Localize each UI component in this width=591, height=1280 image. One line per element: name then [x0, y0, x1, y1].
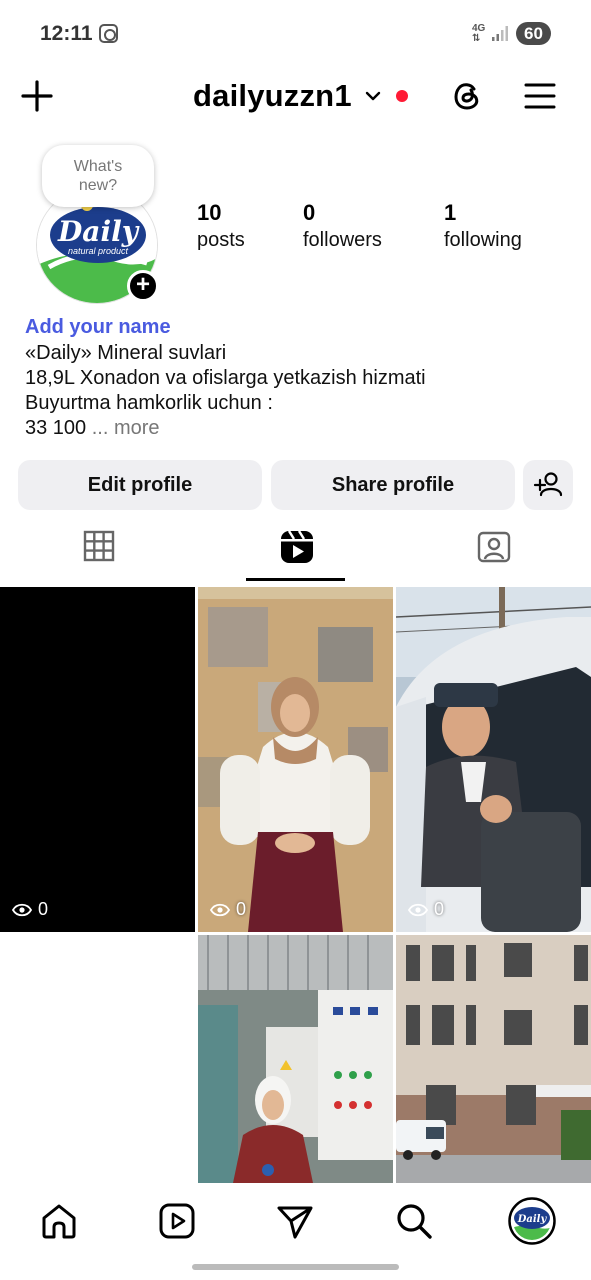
reel-tile-empty: [0, 935, 195, 1183]
instagram-notification-icon: [99, 24, 118, 43]
following-stat[interactable]: 1 following: [444, 200, 522, 254]
threads-icon[interactable]: [449, 78, 485, 114]
profile-bio: Add your name «Daily» Mineral suvlari 18…: [25, 314, 565, 441]
followers-count: 0: [303, 200, 316, 225]
eye-icon: [210, 903, 230, 916]
eye-icon: [408, 903, 428, 916]
reels-nav-icon[interactable]: [157, 1201, 197, 1241]
nav-avatar-brand: Daily: [517, 1214, 548, 1225]
avatar-brand: Daily: [57, 215, 140, 248]
chevron-down-icon: [365, 91, 380, 101]
tab-reels[interactable]: [197, 518, 394, 586]
network-type: 4G ⇅: [472, 23, 486, 44]
create-plus-icon[interactable]: [20, 79, 54, 113]
following-count: 1: [444, 200, 457, 225]
reel-tile[interactable]: 0: [396, 587, 591, 932]
discover-people-button[interactable]: [523, 460, 573, 510]
reel-tile[interactable]: [396, 935, 591, 1183]
add-person-icon: [533, 472, 563, 497]
followers-stat[interactable]: 0 followers: [303, 200, 382, 254]
note-bubble[interactable]: What's new?: [42, 145, 154, 207]
reel-thumbnail: [198, 587, 393, 932]
send-message-icon[interactable]: [275, 1201, 315, 1241]
active-tab-indicator: [246, 578, 345, 581]
view-count: 0: [210, 899, 246, 920]
bio-last-line: 33 100 ... more: [25, 416, 565, 441]
bio-phone: 33 100: [25, 417, 87, 439]
network-label: 4G: [472, 23, 486, 34]
view-count: 0: [408, 899, 444, 920]
eye-icon: [12, 903, 32, 916]
bio-line: «Daily» Mineral suvlari: [25, 342, 227, 364]
search-icon[interactable]: [394, 1201, 434, 1241]
view-count-value: 0: [434, 899, 445, 919]
reel-thumbnail: [198, 935, 393, 1183]
posts-label: posts: [197, 229, 245, 251]
profile-header: dailyuzzn1: [0, 66, 591, 128]
signal-icon: [492, 26, 508, 41]
home-icon[interactable]: [39, 1201, 79, 1241]
view-count: 0: [12, 899, 48, 920]
battery-indicator: 60: [516, 22, 551, 45]
profile-tabs: [0, 518, 591, 586]
view-count-value: 0: [38, 899, 49, 919]
note-line-1: What's: [73, 158, 123, 175]
share-profile-button[interactable]: Share profile: [271, 460, 515, 510]
avatar-tagline: natural product: [68, 246, 129, 256]
username: dailyuzzn1: [193, 78, 352, 113]
tagged-person-icon: [477, 531, 511, 563]
bio-more-link[interactable]: ... more: [92, 417, 160, 439]
profile-nav-avatar[interactable]: Daily: [508, 1197, 556, 1245]
reels-icon: [281, 530, 313, 563]
status-time: 12:11: [40, 22, 93, 45]
reel-tile[interactable]: [198, 935, 393, 1183]
followers-label: followers: [303, 229, 382, 251]
tab-tagged[interactable]: [394, 518, 591, 586]
bio-line: Buyurtma hamkorlik uchun :: [25, 392, 273, 414]
bio-line: 18,9L Xonadon va ofislarga yetkazish hiz…: [25, 367, 426, 389]
following-label: following: [444, 229, 522, 251]
reel-thumbnail: [396, 935, 591, 1183]
view-count-value: 0: [236, 899, 247, 919]
notification-dot: [396, 90, 408, 102]
reel-tile[interactable]: 0: [198, 587, 393, 932]
add-your-name-link[interactable]: Add your name: [25, 314, 565, 341]
tab-grid[interactable]: [0, 518, 197, 586]
menu-icon[interactable]: [523, 79, 557, 113]
account-switcher[interactable]: dailyuzzn1: [193, 76, 382, 116]
reel-thumbnail: [396, 587, 591, 932]
status-bar: 12:11 4G ⇅ 60: [0, 0, 591, 66]
reel-tile[interactable]: 0: [0, 587, 195, 932]
grid-icon: [83, 530, 115, 562]
edit-profile-button[interactable]: Edit profile: [18, 460, 262, 510]
posts-count: 10: [197, 200, 222, 225]
home-indicator[interactable]: [192, 1264, 399, 1270]
posts-stat[interactable]: 10 posts: [197, 200, 245, 254]
add-story-icon[interactable]: +: [127, 270, 159, 302]
note-line-2: new?: [78, 177, 118, 194]
